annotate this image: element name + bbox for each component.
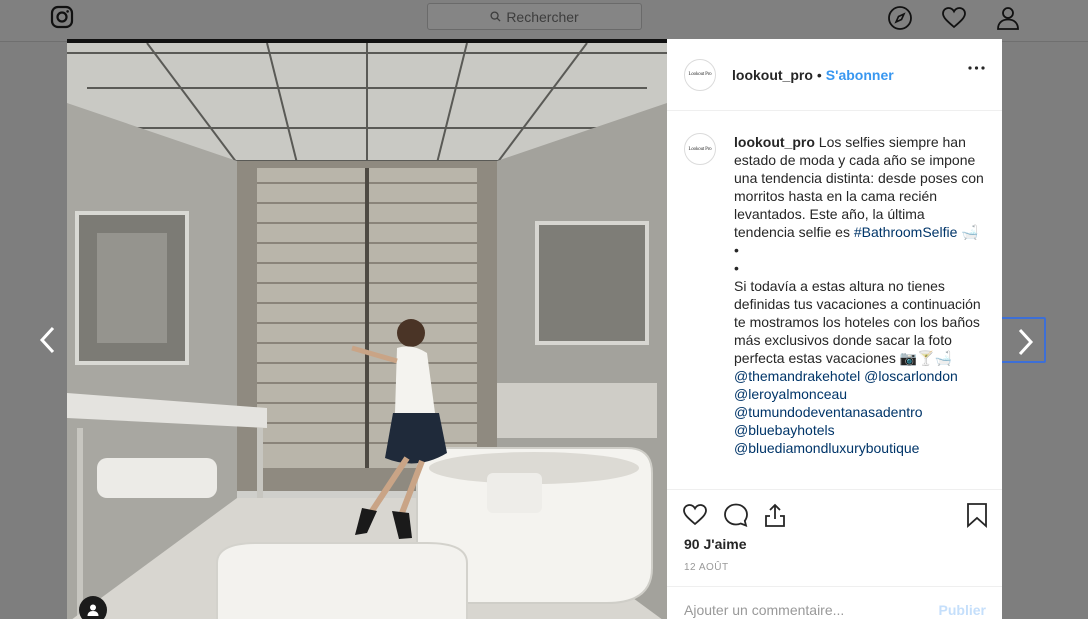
bullet-line: •	[734, 242, 739, 258]
more-options-icon[interactable]	[968, 66, 985, 70]
explore-icon[interactable]	[887, 5, 913, 31]
publish-button[interactable]: Publier	[939, 602, 986, 618]
previous-post-arrow-icon[interactable]	[37, 325, 59, 355]
tagged-users-button[interactable]	[79, 596, 107, 619]
top-navigation: Rechercher	[0, 0, 1088, 42]
header-username[interactable]: lookout_pro	[732, 67, 813, 83]
hashtag-link[interactable]: #BathroomSelfie	[854, 224, 958, 240]
mention-link[interactable]: @tumundodeventanasadentro	[734, 403, 984, 421]
instagram-icon[interactable]	[50, 5, 74, 29]
like-heart-icon[interactable]	[682, 502, 708, 528]
bullet-line: •	[734, 260, 739, 276]
post-actions: 90 J'aime 12 AOÛT Ajouter un commentaire…	[667, 489, 1002, 619]
post-photo[interactable]	[67, 39, 667, 619]
avatar-logo-text: Lookout Pro	[688, 72, 712, 77]
bathroom-photo-image	[67, 43, 667, 619]
next-post-button[interactable]	[1000, 317, 1046, 363]
search-input[interactable]: Rechercher	[427, 3, 642, 30]
bookmark-icon[interactable]	[964, 502, 990, 528]
caption-avatar-logo-text: Lookout Pro	[688, 146, 712, 152]
mention-link[interactable]: @bluediamondluxuryboutique	[734, 439, 984, 457]
mention-link[interactable]: @leroyalmonceau	[734, 385, 984, 403]
caption-avatar[interactable]: Lookout Pro	[684, 133, 716, 165]
heart-icon[interactable]	[941, 5, 967, 31]
next-post-arrow-icon	[1018, 328, 1034, 356]
caption-body: lookout_pro Los selfies siempre han esta…	[734, 133, 984, 489]
mention-link[interactable]: @themandrakehotel @loscarlondon	[734, 367, 984, 385]
share-icon[interactable]	[762, 502, 788, 528]
comment-form: Ajouter un commentaire... Publier	[667, 586, 1002, 619]
separator-dot: •	[816, 66, 822, 83]
profile-icon[interactable]	[995, 5, 1021, 31]
avatar[interactable]: Lookout Pro	[684, 58, 716, 91]
person-icon	[87, 604, 99, 616]
caption-username[interactable]: lookout_pro	[734, 134, 815, 150]
comment-input[interactable]: Ajouter un commentaire...	[684, 602, 844, 618]
post-date[interactable]: 12 AOÛT	[684, 562, 729, 573]
post-side-panel: Lookout Pro lookout_pro • S'abonner Look…	[667, 39, 1002, 619]
bathtub-emoji: 🛁	[961, 224, 979, 240]
comment-icon[interactable]	[723, 502, 749, 528]
search-icon	[490, 11, 501, 22]
mention-link[interactable]: @bluebayhotels	[734, 421, 984, 439]
post-caption: Lookout Pro lookout_pro Los selfies siem…	[667, 111, 1002, 489]
search-placeholder: Rechercher	[506, 8, 579, 25]
follow-button[interactable]: S'abonner	[826, 67, 894, 83]
post-header: Lookout Pro lookout_pro • S'abonner	[667, 39, 1002, 111]
camera-cocktail-bath-emoji: 📷🍸🛁	[899, 350, 953, 366]
likes-count[interactable]: 90 J'aime	[684, 536, 747, 552]
